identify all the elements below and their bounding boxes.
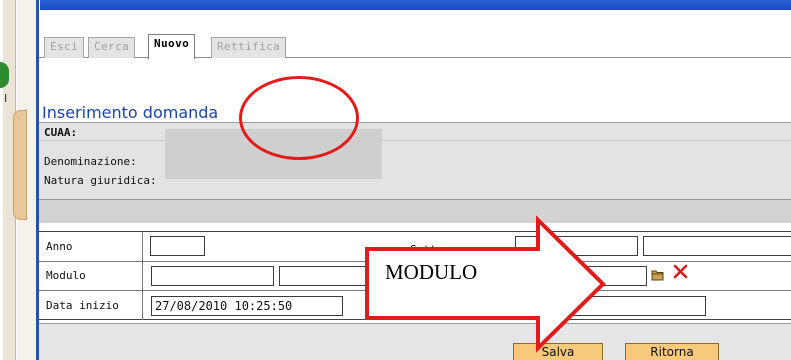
tab-rettifica[interactable]: Rettifica [211, 37, 287, 58]
data-fine-input[interactable] [515, 296, 706, 316]
page-content: Esci Cerca Nuovo Rettifica Inserimento d… [39, 10, 791, 360]
browser-left-frame: I [0, 0, 40, 360]
sidebar-letter-icon: I [4, 92, 8, 105]
settore-description-input[interactable] [643, 236, 791, 256]
cuaa-label: CUAA: [44, 126, 78, 139]
arrow-label: MODULO [385, 260, 478, 284]
tab-bar: Esci Cerca Nuovo Rettifica [39, 30, 791, 59]
denominazione-label: Denominazione: [44, 155, 137, 168]
company-info-panel: CUAA: Denominazione: Natura giuridica: [39, 122, 791, 223]
panel-separator [39, 199, 791, 223]
form-row-data-inizio: Data inizio 27/08/2010 10:25:50 Data fin… [39, 291, 791, 321]
data-fine-label: Data fine [410, 304, 470, 317]
form-row-anno: Anno Settore [39, 232, 791, 262]
data-inizio-label: Data inizio [39, 291, 143, 320]
save-button[interactable]: Salva [513, 343, 603, 360]
tab-cerca[interactable]: Cerca [88, 37, 136, 58]
settore-label: Settore [410, 243, 457, 256]
cuaa-row: CUAA: [39, 123, 791, 141]
sidebar-orange-tab [13, 110, 27, 220]
data-inizio-input[interactable]: 27/08/2010 10:25:50 [151, 296, 343, 316]
folder-icon[interactable] [651, 266, 664, 281]
settore-code-input[interactable] [515, 236, 638, 256]
modulo-code-input[interactable] [151, 266, 274, 286]
tab-esci[interactable]: Esci [44, 37, 85, 58]
modulo-label: Modulo [39, 261, 143, 290]
anno-label: Anno [39, 232, 143, 261]
tab-nuovo[interactable]: Nuovo [148, 34, 196, 59]
return-button[interactable]: Ritorna [625, 343, 719, 360]
window-titlebar [0, 0, 791, 10]
natura-giuridica-label: Natura giuridica: [44, 174, 157, 187]
delete-icon[interactable] [673, 264, 688, 279]
button-bar: Salva Ritorna [39, 323, 791, 360]
anno-input[interactable] [150, 236, 205, 256]
page-title: Inserimento domanda [42, 103, 219, 122]
highlight-circle [239, 76, 359, 160]
